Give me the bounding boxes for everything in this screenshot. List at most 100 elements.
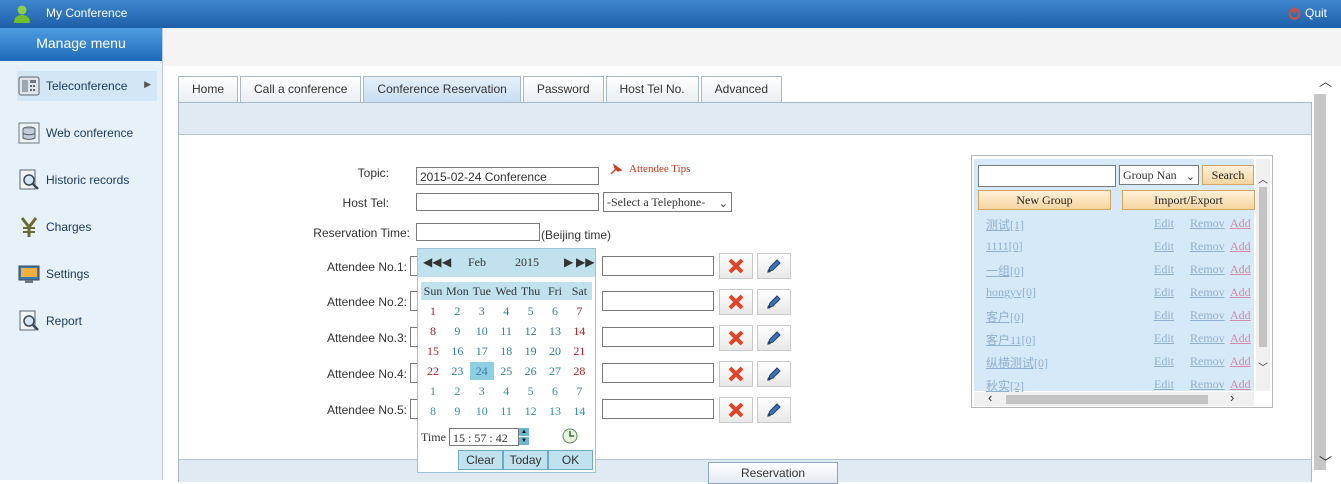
- group-remove-link[interactable]: Remov: [1190, 331, 1225, 346]
- calendar-clear-button[interactable]: Clear: [458, 450, 503, 470]
- group-remove-link[interactable]: Remov: [1190, 377, 1225, 392]
- attendee-1-edit-button[interactable]: [757, 253, 791, 279]
- topic-input[interactable]: 2015-02-24 Conference: [416, 167, 599, 185]
- tab-host-tel-no[interactable]: Host Tel No.: [605, 76, 699, 102]
- group-name-link[interactable]: 纵横测试[0]: [986, 354, 1048, 371]
- calendar-day[interactable]: 27: [543, 362, 567, 380]
- calendar-day-next-month[interactable]: 12: [519, 402, 543, 420]
- reservation-time-input[interactable]: [416, 223, 540, 241]
- group-name-link[interactable]: 测试[1]: [986, 216, 1024, 233]
- group-remove-link[interactable]: Remov: [1190, 354, 1225, 369]
- scroll-right-icon[interactable]: ›: [1230, 390, 1234, 405]
- group-remove-link[interactable]: Remov: [1190, 239, 1225, 254]
- calendar-day[interactable]: 6: [543, 302, 567, 320]
- tab-home[interactable]: Home: [178, 76, 239, 102]
- calendar-year[interactable]: 2015: [515, 255, 539, 270]
- attendee-5-delete-button[interactable]: [719, 397, 753, 423]
- attendee-1-phone-input[interactable]: [602, 256, 714, 276]
- calendar-ok-button[interactable]: OK: [548, 450, 593, 470]
- group-filter-select[interactable]: Group Nan ⌄: [1119, 165, 1199, 185]
- group-edit-link[interactable]: Edit: [1154, 216, 1174, 231]
- tab-conference-reservation[interactable]: Conference Reservation: [363, 76, 521, 102]
- attendee-3-phone-input[interactable]: [602, 327, 714, 347]
- calendar-day[interactable]: 28: [567, 362, 591, 380]
- scroll-up-icon[interactable]: ︿: [1319, 71, 1332, 90]
- next-year-icon[interactable]: ▶▶: [576, 255, 594, 270]
- spin-down-icon[interactable]: ▼: [519, 437, 529, 445]
- attendee-5-phone-input[interactable]: [602, 399, 714, 419]
- scrollbar-thumb[interactable]: [1314, 94, 1326, 470]
- attendee-4-edit-button[interactable]: [757, 361, 791, 387]
- calendar-day[interactable]: 3: [470, 302, 494, 320]
- calendar-day[interactable]: 13: [543, 322, 567, 340]
- groups-hscroll-thumb[interactable]: [1006, 395, 1208, 404]
- calendar-day-next-month[interactable]: 4: [494, 382, 518, 400]
- group-edit-link[interactable]: Edit: [1154, 239, 1174, 254]
- new-group-button[interactable]: New Group: [978, 190, 1111, 210]
- group-edit-link[interactable]: Edit: [1154, 308, 1174, 323]
- calendar-day[interactable]: 21: [567, 342, 591, 360]
- sidebar-item-settings[interactable]: Settings: [17, 259, 157, 289]
- attendee-4-phone-input[interactable]: [602, 363, 714, 383]
- attendee-2-edit-button[interactable]: [757, 289, 791, 315]
- group-add-link[interactable]: Add: [1230, 239, 1251, 254]
- time-spinner[interactable]: ▲ ▼: [519, 428, 529, 446]
- sidebar-item-teleconference[interactable]: Teleconference ▶: [17, 71, 157, 101]
- attendee-5-edit-button[interactable]: [757, 397, 791, 423]
- calendar-day-next-month[interactable]: 9: [445, 402, 469, 420]
- attendee-3-delete-button[interactable]: [719, 325, 753, 351]
- sidebar-item-report[interactable]: Report: [17, 306, 157, 336]
- calendar-day[interactable]: 19: [519, 342, 543, 360]
- time-second[interactable]: 42: [496, 431, 508, 445]
- calendar-day[interactable]: 26: [519, 362, 543, 380]
- calendar-day[interactable]: 18: [494, 342, 518, 360]
- calendar-day[interactable]: 5: [519, 302, 543, 320]
- prev-year-icon[interactable]: ◀◀: [423, 255, 441, 270]
- calendar-day[interactable]: 9: [445, 322, 469, 340]
- sidebar-item-web-conference[interactable]: Web conference: [17, 118, 157, 148]
- calendar-month[interactable]: Feb: [468, 255, 486, 270]
- attendee-2-delete-button[interactable]: [719, 289, 753, 315]
- calendar-day-next-month[interactable]: 10: [470, 402, 494, 420]
- group-edit-link[interactable]: Edit: [1154, 262, 1174, 277]
- sidebar-item-charges[interactable]: Charges: [17, 212, 157, 242]
- tab-call-a-conference[interactable]: Call a conference: [240, 76, 362, 102]
- sidebar-item-historic-records[interactable]: Historic records: [17, 165, 157, 195]
- reservation-button[interactable]: Reservation: [708, 462, 838, 484]
- attendee-4-delete-button[interactable]: [719, 361, 753, 387]
- calendar-day-next-month[interactable]: 3: [470, 382, 494, 400]
- clock-icon[interactable]: [561, 427, 579, 445]
- group-remove-link[interactable]: Remov: [1190, 285, 1225, 300]
- group-name-link[interactable]: hongyv[0]: [986, 285, 1036, 300]
- calendar-day[interactable]: 10: [470, 322, 494, 340]
- group-add-link[interactable]: Add: [1230, 308, 1251, 323]
- calendar-day-next-month[interactable]: 6: [543, 382, 567, 400]
- group-name-link[interactable]: 客户11[0]: [986, 331, 1036, 348]
- quit-button[interactable]: Quit: [1288, 6, 1327, 20]
- group-name-link[interactable]: 1111[0]: [986, 239, 1023, 254]
- group-add-link[interactable]: Add: [1230, 262, 1251, 277]
- spin-up-icon[interactable]: ▲: [519, 428, 529, 436]
- calendar-day[interactable]: 8: [421, 322, 445, 340]
- attendee-tips-link[interactable]: Attendee Tips: [609, 163, 690, 175]
- group-search-button[interactable]: Search: [1202, 165, 1254, 185]
- calendar-day[interactable]: 20: [543, 342, 567, 360]
- group-add-link[interactable]: Add: [1230, 354, 1251, 369]
- calendar-day[interactable]: 12: [519, 322, 543, 340]
- next-month-icon[interactable]: ▶: [564, 255, 573, 270]
- tab-advanced[interactable]: Advanced: [700, 76, 783, 102]
- attendee-1-delete-button[interactable]: [719, 253, 753, 279]
- group-remove-link[interactable]: Remov: [1190, 262, 1225, 277]
- time-hour[interactable]: 15: [453, 431, 465, 445]
- calendar-day[interactable]: 11: [494, 322, 518, 340]
- time-minute[interactable]: 57: [474, 431, 486, 445]
- calendar-day-next-month[interactable]: 14: [567, 402, 591, 420]
- calendar-day[interactable]: 2: [445, 302, 469, 320]
- calendar-day[interactable]: 16: [445, 342, 469, 360]
- attendee-3-edit-button[interactable]: [757, 325, 791, 351]
- group-edit-link[interactable]: Edit: [1154, 331, 1174, 346]
- telephone-select[interactable]: -Select a Telephone- ⌄: [603, 192, 732, 212]
- group-name-link[interactable]: 一组[0]: [986, 262, 1024, 279]
- calendar-day-next-month[interactable]: 13: [543, 402, 567, 420]
- calendar-day-next-month[interactable]: 1: [421, 382, 445, 400]
